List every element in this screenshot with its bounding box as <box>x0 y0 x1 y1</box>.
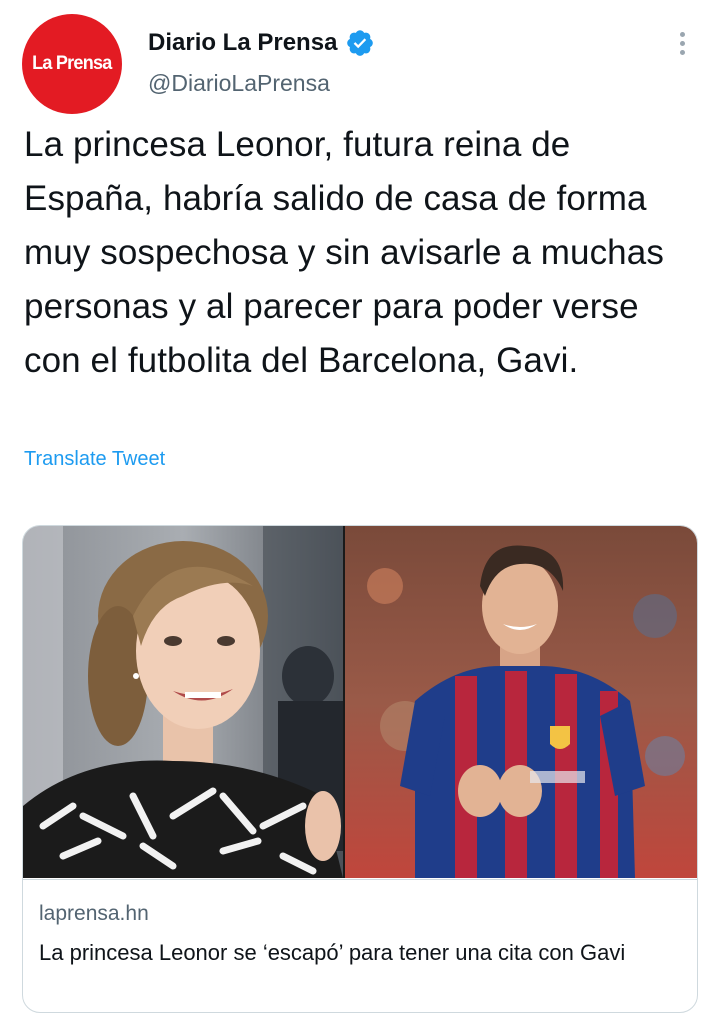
avatar-logo-text: La Prensa <box>32 53 112 74</box>
card-media <box>23 526 697 878</box>
author-name-row: Diario La Prensa <box>148 28 375 58</box>
card-footer: laprensa.hn La princesa Leonor se ‘escap… <box>23 879 697 965</box>
author-handle[interactable]: @DiarioLaPrensa <box>148 70 330 97</box>
link-card[interactable]: laprensa.hn La princesa Leonor se ‘escap… <box>22 525 698 1013</box>
tweet-text: La princesa Leonor, futura reina de Espa… <box>24 125 664 380</box>
photo-footballer <box>345 526 697 878</box>
avatar[interactable]: La Prensa <box>22 14 122 114</box>
translate-tweet-link[interactable]: Translate Tweet <box>24 448 165 471</box>
verified-badge-icon <box>345 28 375 58</box>
card-title: La princesa Leonor se ‘escapó’ para tene… <box>39 940 626 965</box>
card-domain: laprensa.hn <box>39 902 149 925</box>
author-display-name[interactable]: Diario La Prensa <box>148 29 337 57</box>
photo-princess <box>23 526 343 878</box>
tweet: La Prensa Diario La Prensa @DiarioLaPren… <box>0 0 720 1013</box>
more-options-icon[interactable] <box>670 28 694 58</box>
